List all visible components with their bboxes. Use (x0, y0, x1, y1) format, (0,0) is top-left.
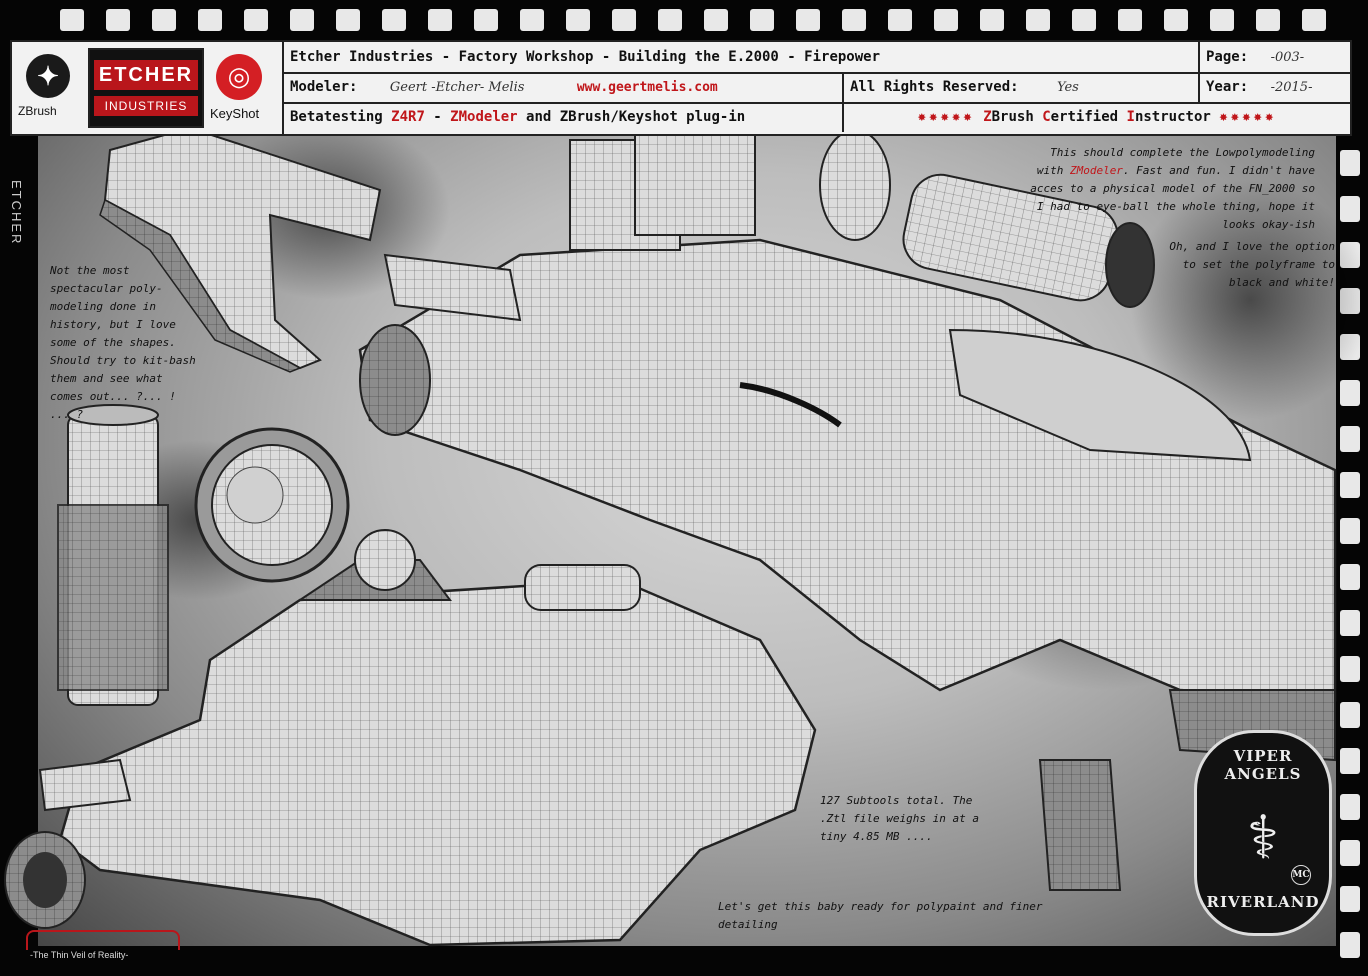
modeler-label: Modeler: (290, 79, 358, 95)
betatest-suffix: and ZBrush/Keyshot plug-in (517, 109, 746, 125)
certified-z: Z (983, 109, 992, 125)
page-value: -003- (1270, 50, 1305, 65)
bottom-left-emblem (26, 930, 180, 950)
gear-knob-model (194, 427, 350, 583)
page-label: Page: (1206, 49, 1249, 65)
etcher-logo-top: ETCHER (94, 60, 198, 90)
note-top-right-zmodeler: ZModeler (1069, 164, 1123, 177)
keyshot-logo-text: KeyShot (210, 106, 260, 121)
viper-angels-badge: VIPER ANGELS ⚕ MC RIVERLAND (1194, 730, 1332, 936)
betatest-z4r7: Z4R7 (391, 109, 425, 125)
zbrush-logo: ✦ ZBrush (14, 46, 84, 130)
header-row-title: Etcher Industries - Factory Workshop - B… (284, 42, 1350, 74)
note-left: Not the most spectacular poly-modeling d… (50, 264, 196, 421)
certified-brush: Brush (991, 109, 1043, 125)
modeler-field: Modeler: Geert -Etcher- Melis www.geertm… (284, 72, 844, 102)
note-top-right: This should complete the Lowpolymodeling… (1030, 144, 1315, 234)
note-right-polyframe: Oh, and I love the option to set the pol… (1169, 240, 1335, 289)
year-value: -2015- (1270, 80, 1313, 95)
zbrush-icon: ✦ (26, 54, 70, 98)
certified-field: ✸✸✸✸✸ ZBrush Certified Instructor ✸✸✸✸✸ (844, 102, 1350, 132)
zbrush-logo-text: ZBrush (18, 104, 57, 118)
bottom-left-logo: -The Thin Veil of Reality- (20, 930, 190, 970)
betatest-field: Betatesting Z4R7 - ZModeler and ZBrush/K… (284, 102, 844, 132)
note-bottom: Let's get this baby ready for polypaint … (718, 900, 1043, 931)
certified-ertified: ertified (1050, 109, 1127, 125)
concept-sheet: ETCHER ✦ ZBrush ETCHER INDUSTRIES ◎ KeyS… (0, 0, 1368, 976)
rights-field: All Rights Reserved: Yes (844, 72, 1200, 102)
website-url[interactable]: www.geertmelis.com (577, 80, 718, 95)
badge-top-text: VIPER ANGELS (1224, 747, 1302, 783)
year-label: Year: (1206, 79, 1249, 95)
muzzle-cylinder-model (57, 404, 169, 706)
certified-nstructor: nstructor (1134, 109, 1211, 125)
betatest-prefix: Betatesting (290, 109, 383, 125)
badge-bottom-text: RIVERLAND (1206, 893, 1320, 911)
year-field: Year: -2015- (1200, 72, 1350, 102)
header-row-betatest: Betatesting Z4R7 - ZModeler and ZBrush/K… (284, 102, 1350, 132)
note-subtools: 127 Subtools total. The .Ztl file weighs… (820, 794, 979, 843)
rights-value: Yes (1057, 80, 1079, 95)
etcher-industries-logo: ETCHER INDUSTRIES (88, 48, 204, 128)
betatest-dash: - (424, 109, 451, 125)
certified-c: C (1042, 109, 1051, 125)
betatest-zmodeler: ZModeler (450, 109, 518, 125)
certified-i: I (1126, 109, 1135, 125)
page-field: Page: -003- (1200, 42, 1350, 72)
header-row-modeler: Modeler: Geert -Etcher- Melis www.geertm… (284, 72, 1350, 104)
stars-left: ✸✸✸✸✸ (917, 109, 975, 125)
bottom-tagline: -The Thin Veil of Reality- (30, 950, 129, 960)
etcher-logo-bottom: INDUSTRIES (94, 96, 198, 116)
sheet-title: Etcher Industries - Factory Workshop - B… (284, 42, 1200, 72)
badge-mc: MC (1291, 865, 1311, 885)
rights-label: All Rights Reserved: (850, 79, 1019, 95)
modeler-value: Geert -Etcher- Melis (389, 80, 525, 95)
keyshot-icon: ◎ (216, 54, 262, 100)
keyshot-logo: ◎ KeyShot (206, 48, 276, 128)
title-block: ✦ ZBrush ETCHER INDUSTRIES ◎ KeyShot Etc… (10, 40, 1352, 136)
stars-right: ✸✸✸✸✸ (1219, 109, 1277, 125)
